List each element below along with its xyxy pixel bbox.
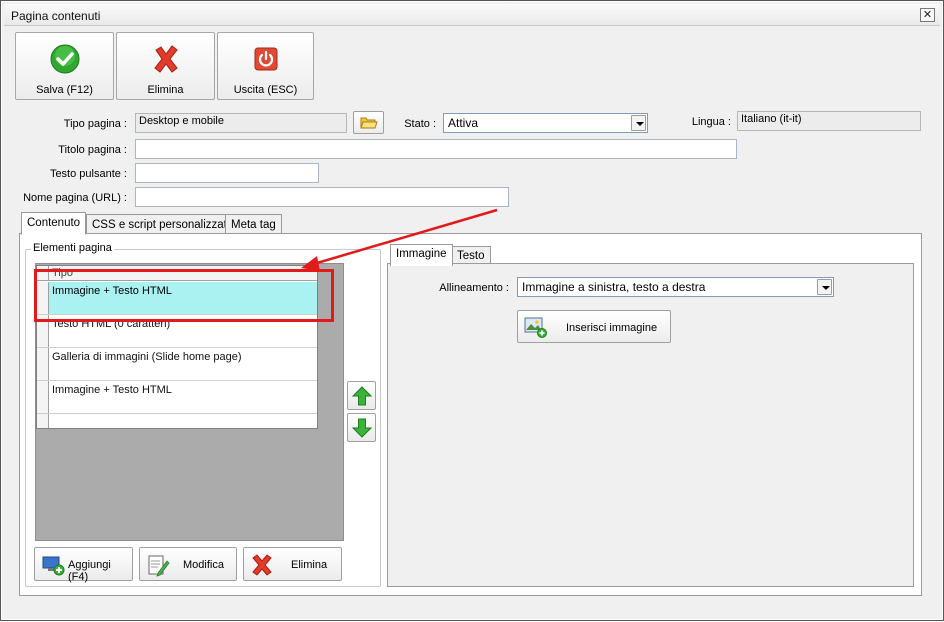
- insert-image-icon: [524, 317, 547, 338]
- chevron-down-icon: [631, 115, 646, 131]
- close-button[interactable]: ✕: [920, 8, 935, 22]
- nome-pagina-input[interactable]: [135, 187, 509, 207]
- insert-image-label: Inserisci immagine: [566, 322, 658, 334]
- move-up-button[interactable]: [347, 381, 376, 410]
- delete-element-label: Elimina: [291, 559, 328, 571]
- window-footer: [4, 603, 940, 617]
- tab-meta-tag[interactable]: Meta tag: [225, 214, 282, 235]
- insert-image-button[interactable]: Inserisci immagine: [517, 310, 671, 343]
- row-selector-header: [37, 266, 49, 281]
- edit-document-icon: [148, 555, 170, 577]
- lingua-label: Lingua :: [691, 116, 731, 128]
- move-down-button[interactable]: [347, 413, 376, 442]
- window-title: Pagina contenuti: [11, 9, 101, 23]
- alignment-select[interactable]: Immagine a sinistra, testo a destra: [517, 277, 834, 297]
- cell-tipo: Galleria di immagini (Slide home page): [52, 351, 242, 363]
- cell-tipo: Immagine + Testo HTML: [52, 285, 172, 297]
- red-x-icon: [252, 554, 272, 576]
- save-button[interactable]: Salva (F12): [15, 32, 114, 100]
- check-icon: [50, 44, 79, 74]
- dialog-window: Pagina contenuti ✕ Salva (F12) Elimina U…: [0, 0, 944, 621]
- column-header-tipo[interactable]: Tipo: [52, 267, 73, 279]
- add-monitor-icon: [42, 556, 65, 576]
- save-label: Salva (F12): [36, 84, 93, 96]
- subtab-immagine[interactable]: Immagine: [390, 244, 453, 266]
- exit-label: Uscita (ESC): [233, 84, 298, 96]
- testo-pulsante-input[interactable]: [135, 163, 319, 183]
- chevron-down-icon: [817, 279, 832, 295]
- cell-tipo: Testo HTML (0 caratteri): [52, 318, 171, 330]
- delete-label: Elimina: [147, 84, 184, 96]
- row-selector[interactable]: [37, 381, 49, 413]
- lingua-field: Italiano (it-it): [737, 111, 921, 131]
- edit-button[interactable]: Modifica: [139, 547, 237, 581]
- stato-value: Attiva: [448, 116, 479, 130]
- power-icon: [254, 47, 277, 71]
- cell-tipo: Immagine + Testo HTML: [52, 384, 172, 396]
- add-button[interactable]: Aggiungi (F4): [34, 547, 133, 583]
- stato-select[interactable]: Attiva: [443, 113, 648, 133]
- titolo-label: Titolo pagina :: [58, 144, 127, 156]
- table-row[interactable]: Testo HTML (0 caratteri): [37, 315, 317, 348]
- table-row[interactable]: Galleria di immagini (Slide home page): [37, 348, 317, 381]
- elementi-pagina-title: Elementi pagina: [31, 242, 114, 254]
- stato-label: Stato :: [404, 118, 436, 130]
- browse-button[interactable]: [353, 111, 384, 134]
- grid-header: Tipo: [37, 266, 317, 281]
- arrow-up-icon: [351, 386, 373, 406]
- row-selector[interactable]: [37, 414, 49, 428]
- alignment-value: Immagine a sinistra, testo a destra: [522, 280, 706, 294]
- titolo-input[interactable]: [135, 139, 737, 159]
- add-label: Aggiungi (F4): [68, 559, 111, 583]
- tab-contenuto[interactable]: Contenuto: [21, 212, 87, 235]
- row-selector[interactable]: [37, 282, 49, 314]
- arrow-down-icon: [351, 418, 373, 438]
- red-x-icon: [153, 45, 178, 73]
- title-bar: Pagina contenuti ✕: [4, 4, 940, 26]
- table-row-empty[interactable]: [37, 414, 317, 428]
- table-row[interactable]: Immagine + Testo HTML: [37, 381, 317, 414]
- table-row[interactable]: Immagine + Testo HTML: [37, 282, 317, 315]
- close-icon: ✕: [922, 9, 933, 21]
- nome-pagina-label: Nome pagina (URL) :: [23, 192, 127, 204]
- exit-button[interactable]: Uscita (ESC): [217, 32, 314, 100]
- delete-element-button[interactable]: Elimina: [243, 547, 342, 581]
- tab-css-script[interactable]: CSS e script personalizzati: [86, 214, 236, 235]
- alignment-label: Allineamento :: [439, 282, 509, 294]
- testo-pulsante-label: Testo pulsante :: [49, 168, 127, 180]
- folder-icon: [360, 117, 378, 129]
- row-selector[interactable]: [37, 315, 49, 347]
- row-selector[interactable]: [37, 348, 49, 380]
- tipo-pagina-label: Tipo pagina :: [63, 118, 127, 130]
- elements-grid[interactable]: Tipo Immagine + Testo HTML Testo HTML (0…: [36, 265, 318, 429]
- delete-button[interactable]: Elimina: [116, 32, 215, 100]
- edit-label: Modifica: [183, 559, 224, 571]
- tipo-pagina-field: Desktop e mobile: [135, 113, 347, 133]
